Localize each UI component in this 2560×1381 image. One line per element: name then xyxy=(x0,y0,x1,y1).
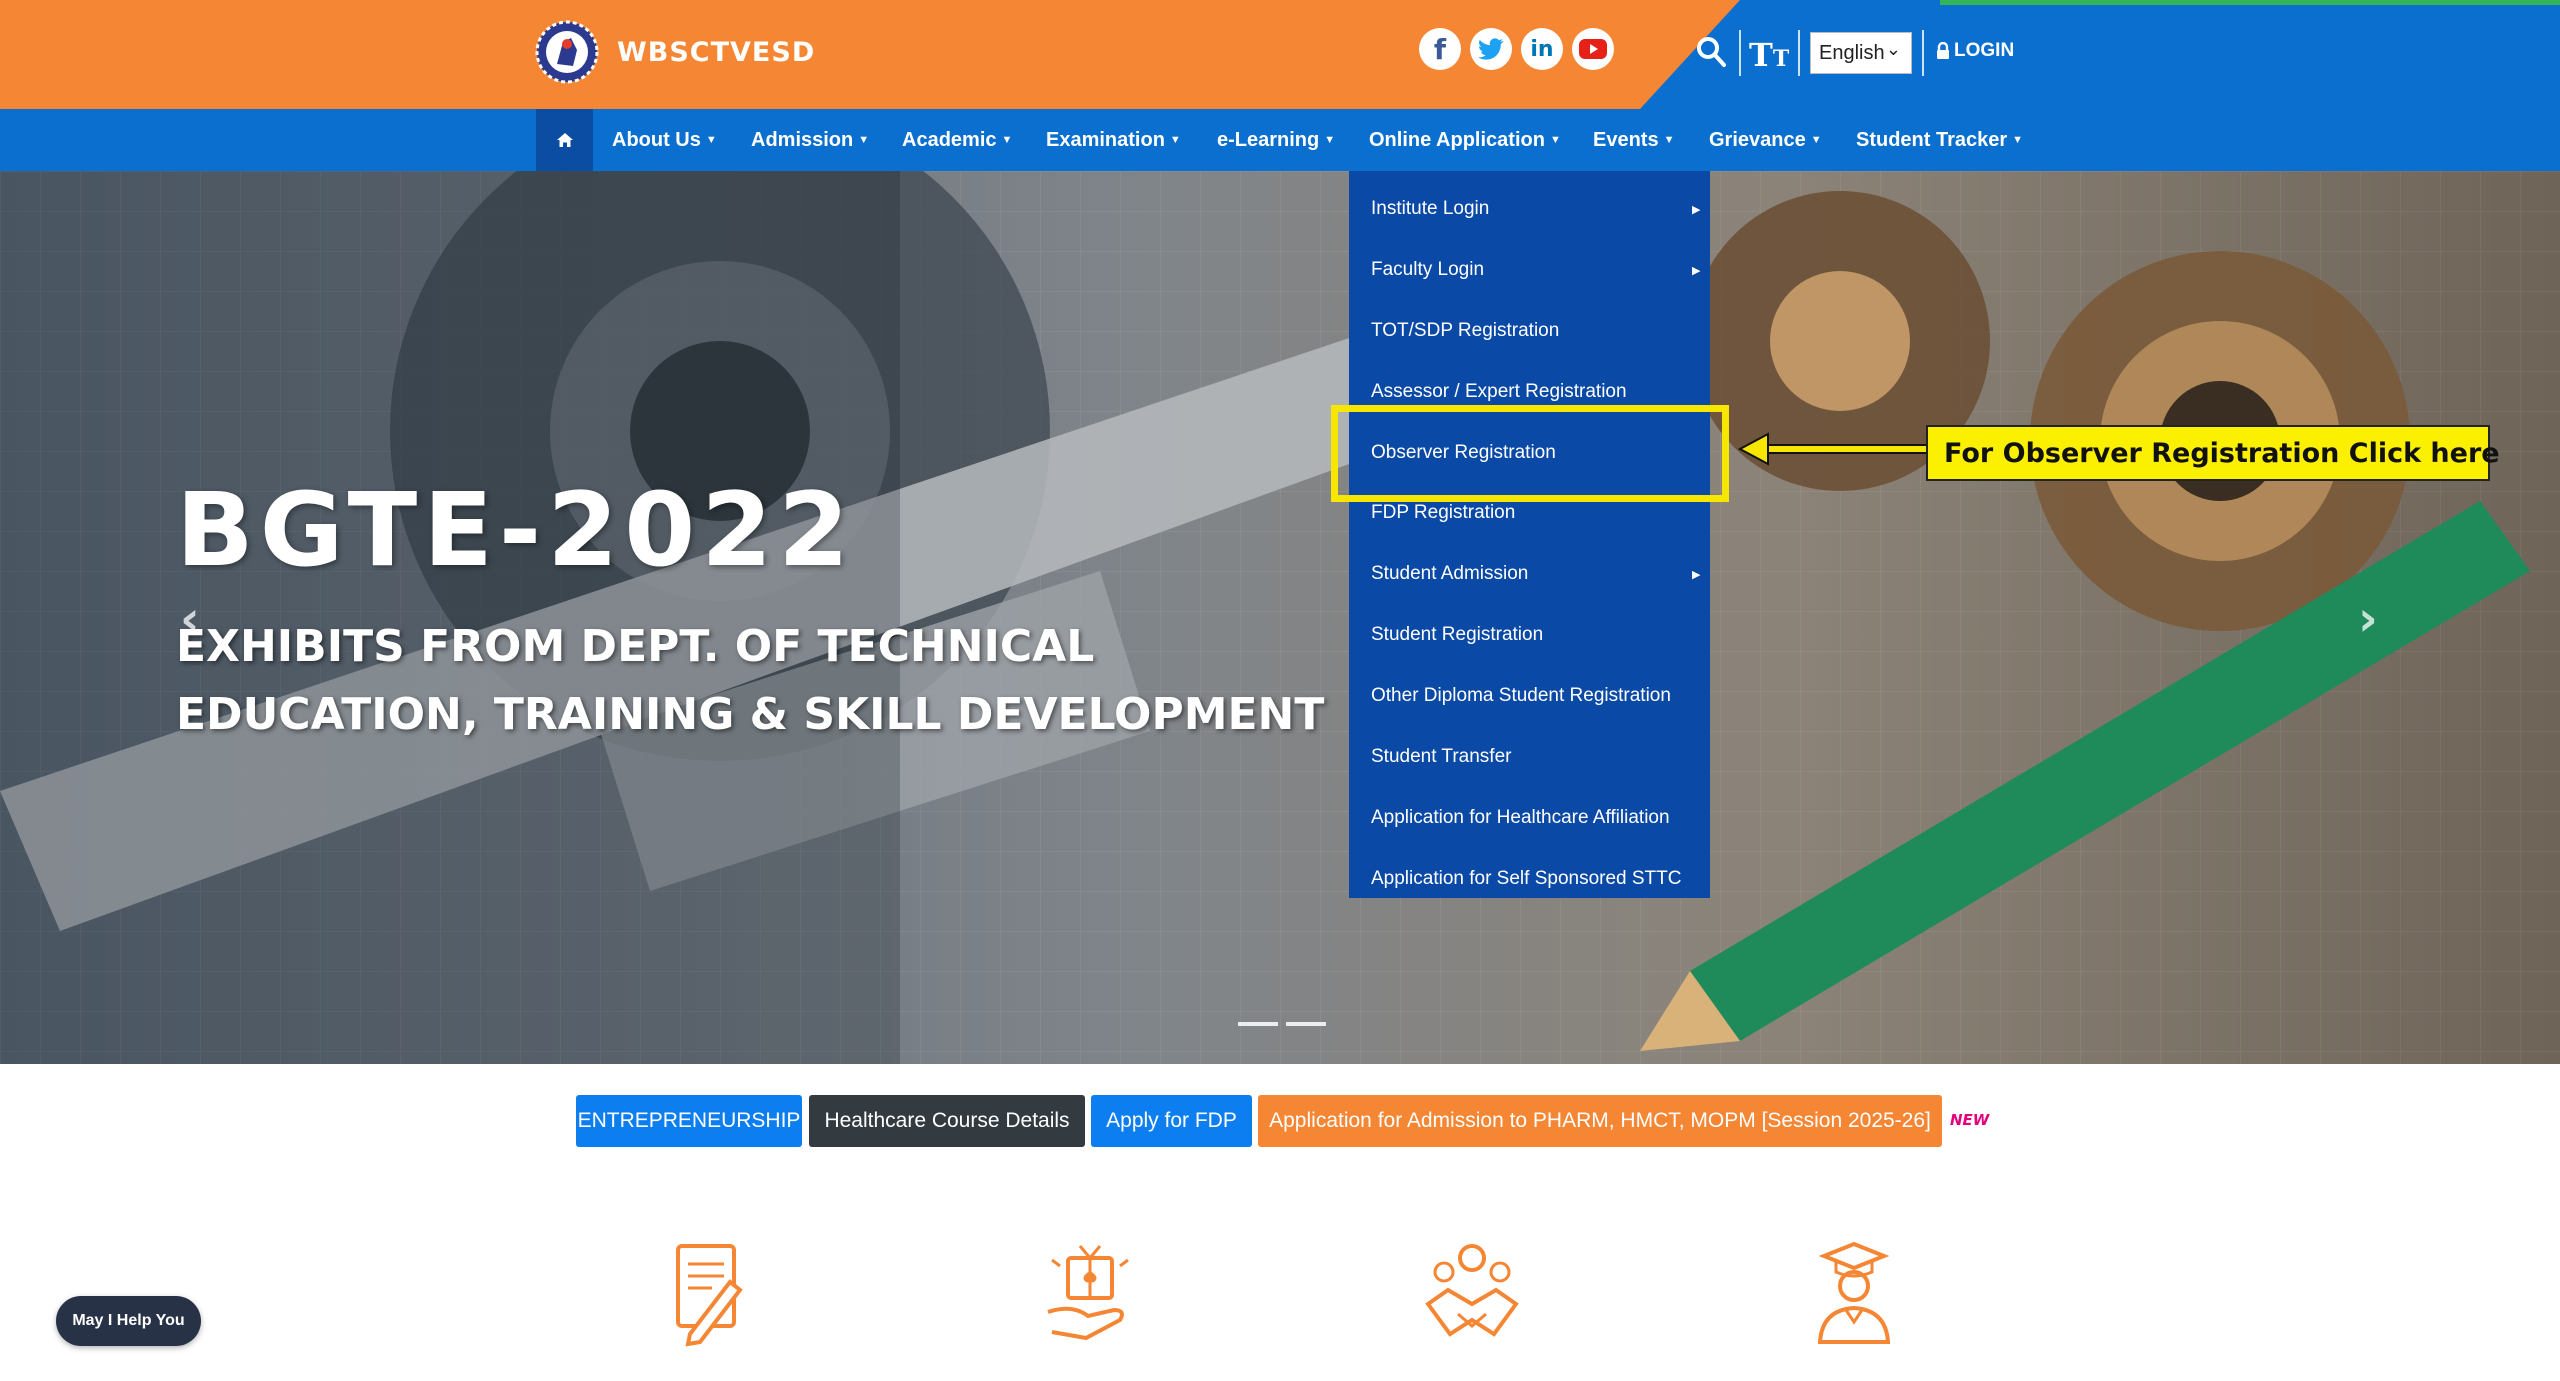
carousel-prev-icon[interactable]: ‹ xyxy=(180,591,200,647)
hero-subtitle-line-1: EXHIBITS FROM DEPT. OF TECHNICAL xyxy=(176,621,1095,672)
nav-examination[interactable]: Examination ▼ xyxy=(1046,109,1181,171)
main-nav: About Us ▼ Admission ▼ Academic ▼ Examinati… xyxy=(0,109,2560,171)
carousel-indicator[interactable] xyxy=(1238,1022,1278,1026)
dd-observer-registration[interactable]: Observer Registration xyxy=(1371,442,1556,464)
chat-help-button[interactable]: May I Help You xyxy=(56,1296,201,1346)
header-divider xyxy=(1739,30,1741,76)
caret-down-icon: ▼ xyxy=(858,134,870,146)
gift-hand-icon[interactable] xyxy=(1042,1238,1138,1348)
caret-down-icon: ▼ xyxy=(1001,134,1013,146)
caret-down-icon: ▼ xyxy=(1549,134,1561,146)
header: WBSCTVESD f in TT English ⌄ LOGIN xyxy=(0,0,2560,109)
nav-online-application[interactable]: Online Application ▼ xyxy=(1369,109,1561,171)
dd-fdp-registration[interactable]: FDP Registration xyxy=(1371,502,1515,524)
nav-academic[interactable]: Academic ▼ xyxy=(902,109,1012,171)
caret-down-icon: ▼ xyxy=(1324,134,1336,146)
carousel-next-icon[interactable]: › xyxy=(2358,591,2378,647)
facebook-icon[interactable]: f xyxy=(1419,28,1461,70)
hero-title: BGTE-2022 xyxy=(176,471,856,590)
dd-tot-sdp-registration[interactable]: TOT/SDP Registration xyxy=(1371,320,1559,342)
dd-faculty-login[interactable]: Faculty Login xyxy=(1371,259,1484,281)
caret-down-icon: ▼ xyxy=(2012,134,2024,146)
youtube-icon[interactable] xyxy=(1572,28,1614,70)
hero-background-image xyxy=(0,171,2560,1064)
site-brand[interactable]: WBSCTVESD xyxy=(533,14,815,90)
dd-assessor-expert-registration[interactable]: Assessor / Expert Registration xyxy=(1371,381,1627,403)
submenu-arrow-icon: ▶ xyxy=(1692,265,1701,277)
header-divider xyxy=(1922,30,1924,76)
nav-about-us[interactable]: About Us ▼ xyxy=(612,109,717,171)
admission-application-button[interactable]: Application for Admission to PHARM, HMCT… xyxy=(1258,1095,1942,1147)
caret-down-icon: ▼ xyxy=(1663,134,1675,146)
language-value: English xyxy=(1819,41,1885,64)
site-name: WBSCTVESD xyxy=(617,36,816,68)
hero-carousel: BGTE-2022 EXHIBITS FROM DEPT. OF TECHNIC… xyxy=(0,171,2560,1064)
dd-other-diploma-student-registration[interactable]: Other Diploma Student Registration xyxy=(1371,685,1671,707)
nav-e-learning[interactable]: e-Learning ▼ xyxy=(1217,109,1335,171)
login-label: LOGIN xyxy=(1954,40,2015,61)
apply-for-fdp-button[interactable]: Apply for FDP xyxy=(1091,1095,1252,1147)
document-pen-icon[interactable] xyxy=(660,1238,756,1348)
header-green-strip xyxy=(1940,0,2560,5)
home-button[interactable] xyxy=(536,109,593,171)
twitter-icon[interactable] xyxy=(1470,28,1512,70)
caret-down-icon: ▼ xyxy=(1169,134,1181,146)
wbsctvesd-logo-icon xyxy=(535,20,599,84)
submenu-arrow-icon: ▶ xyxy=(1692,569,1701,581)
lock-icon xyxy=(1937,42,1949,59)
login-link[interactable]: LOGIN xyxy=(1936,40,2014,62)
nav-student-tracker[interactable]: Student Tracker ▼ xyxy=(1856,109,2023,171)
dd-self-sponsored-sttc[interactable]: Application for Self Sponsored STTC xyxy=(1371,868,1682,890)
header-divider xyxy=(1798,30,1800,76)
handshake-people-icon[interactable] xyxy=(1424,1238,1520,1348)
dd-student-transfer[interactable]: Student Transfer xyxy=(1371,746,1511,768)
submenu-arrow-icon: ▶ xyxy=(1692,204,1701,216)
graduate-icon[interactable] xyxy=(1806,1238,1902,1348)
youtube-play-icon xyxy=(1579,39,1607,59)
carousel-indicator[interactable] xyxy=(1286,1022,1326,1026)
caret-down-icon: ▼ xyxy=(1810,134,1822,146)
language-select[interactable]: English ⌄ xyxy=(1810,32,1912,74)
annotation-arrow-icon xyxy=(1738,432,1928,466)
twitter-bird-icon xyxy=(1478,38,1504,60)
online-application-dropdown: Institute Login ▶ Faculty Login ▶ TOT/SD… xyxy=(1349,171,1710,898)
nav-admission[interactable]: Admission ▼ xyxy=(751,109,869,171)
dd-student-registration[interactable]: Student Registration xyxy=(1371,624,1543,646)
search-icon[interactable] xyxy=(1696,36,1726,68)
caret-down-icon: ▼ xyxy=(705,134,717,146)
nav-events[interactable]: Events ▼ xyxy=(1593,109,1674,171)
dd-student-admission[interactable]: Student Admission xyxy=(1371,563,1528,585)
dd-institute-login[interactable]: Institute Login xyxy=(1371,198,1489,220)
home-icon xyxy=(556,133,573,147)
healthcare-course-details-button[interactable]: Healthcare Course Details xyxy=(809,1095,1085,1147)
new-badge: NEW xyxy=(1950,1111,1990,1129)
entrepreneurship-button[interactable]: ENTREPRENEURSHIP xyxy=(576,1095,802,1147)
text-size-icon[interactable]: TT xyxy=(1749,36,1789,74)
hero-subtitle-line-2: EDUCATION, TRAINING & SKILL DEVELOPMENT xyxy=(176,689,1325,740)
chevron-down-icon: ⌄ xyxy=(1885,39,1901,59)
dd-healthcare-affiliation[interactable]: Application for Healthcare Affiliation xyxy=(1371,807,1670,829)
linkedin-icon[interactable]: in xyxy=(1521,28,1563,70)
annotation-callout: For Observer Registration Click here xyxy=(1926,425,2500,481)
nav-grievance[interactable]: Grievance ▼ xyxy=(1709,109,1822,171)
